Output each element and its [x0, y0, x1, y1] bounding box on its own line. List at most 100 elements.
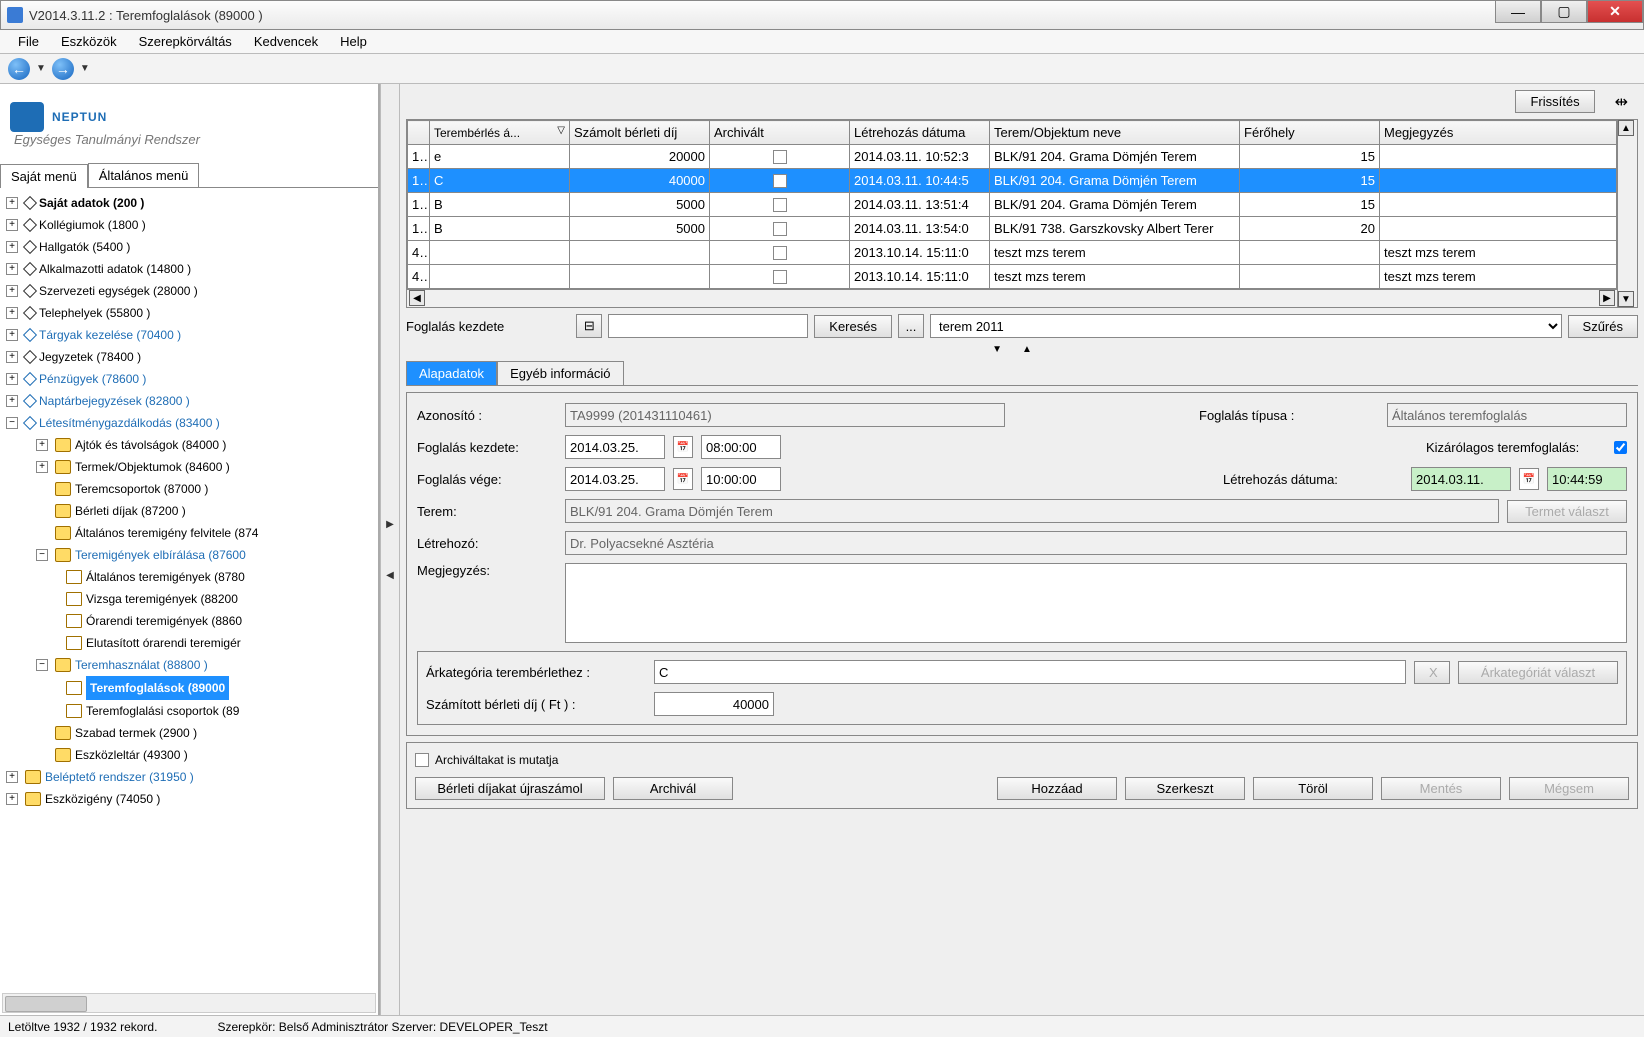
tree-notes[interactable]: Jegyzetek (78400 )	[39, 346, 141, 368]
menu-roleswitch[interactable]: Szerepkörváltás	[129, 31, 242, 52]
start-time-field[interactable]	[701, 435, 781, 459]
search-filter-combo[interactable]: terem 2011	[930, 314, 1562, 338]
tree-sites[interactable]: Telephelyek (55800 )	[39, 302, 150, 324]
end-time-field[interactable]	[701, 467, 781, 491]
tree-toolreq[interactable]: Eszközigény (74050 )	[45, 788, 160, 810]
archived-checkbox[interactable]	[773, 150, 787, 164]
tab-otherinfo[interactable]: Egyéb információ	[497, 361, 623, 385]
start-date-cal-icon[interactable]: 📅	[673, 436, 693, 458]
nav-forward-button[interactable]: →	[52, 58, 74, 80]
tree-bookgroups[interactable]: Teremfoglalási csoportok (89	[86, 700, 239, 722]
search-value-input[interactable]	[608, 314, 808, 338]
nav-forward-dropdown[interactable]: ▼	[80, 63, 90, 74]
tree-approval[interactable]: Teremigények elbírálása (87600	[75, 544, 246, 566]
scroll-right-icon[interactable]: ▶	[1599, 290, 1615, 306]
tree-students[interactable]: Hallgatók (5400 )	[39, 236, 130, 258]
tree-tab-own[interactable]: Saját menü	[0, 164, 88, 188]
col-rent[interactable]: Terembérlés á...▽	[430, 121, 570, 145]
end-date-field[interactable]	[565, 467, 665, 491]
tree-examreq[interactable]: Vizsga teremigények (88200	[86, 588, 238, 610]
tree-dorms[interactable]: Kollégiumok (1800 )	[39, 214, 146, 236]
close-button[interactable]: ✕	[1587, 1, 1643, 23]
end-date-cal-icon[interactable]: 📅	[673, 468, 693, 490]
menu-favorites[interactable]: Kedvencek	[244, 31, 328, 52]
tree-inventory[interactable]: Eszközleltár (49300 )	[75, 744, 188, 766]
tab-basic[interactable]: Alapadatok	[406, 361, 497, 385]
tree-schedreq[interactable]: Órarendi teremigények (8860	[86, 610, 242, 632]
col-roomname[interactable]: Terem/Objektum neve	[990, 121, 1240, 145]
tree-own-data[interactable]: Saját adatok (200 )	[39, 192, 144, 214]
menu-help[interactable]: Help	[330, 31, 377, 52]
tree-rentfees[interactable]: Bérleti díjak (87200 )	[75, 500, 186, 522]
search-button[interactable]: Keresés	[814, 315, 892, 338]
add-button[interactable]: Hozzáad	[997, 777, 1117, 800]
table-row[interactable]: 10e200002014.03.11. 10:52:3BLK/91 204. G…	[408, 145, 1617, 169]
tree-roomuse[interactable]: Teremhasználat (88800 )	[75, 654, 208, 676]
created-date-cal-icon[interactable]: 📅	[1519, 468, 1539, 490]
tree-orgs[interactable]: Szervezeti egységek (28000 )	[39, 280, 198, 302]
tree-finance[interactable]: Pénzügyek (78600 )	[39, 368, 146, 390]
nav-tree[interactable]: +Saját adatok (200 ) +Kollégiumok (1800 …	[0, 188, 378, 991]
collapse-toggle[interactable]: ▼▲	[406, 344, 1638, 355]
table-row[interactable]: 412013.10.14. 15:11:0teszt mzs teremtesz…	[408, 241, 1617, 265]
col-archived[interactable]: Archivált	[710, 121, 850, 145]
col-calcfee[interactable]: Számolt bérleti díj	[570, 121, 710, 145]
tree-expand-icon[interactable]: +	[6, 197, 18, 209]
tree-calendar[interactable]: Naptárbejegyzések (82800 )	[39, 390, 190, 412]
table-v-scrollbar[interactable]: ▲ ▼	[1617, 120, 1637, 307]
menu-file[interactable]: File	[8, 31, 49, 52]
recalc-fees-button[interactable]: Bérleti díjakat újraszámol	[415, 777, 605, 800]
table-row[interactable]: 16B50002014.03.11. 13:54:0BLK/91 738. Ga…	[408, 217, 1617, 241]
nav-back-dropdown[interactable]: ▼	[36, 63, 46, 74]
tree-roomgroups[interactable]: Teremcsoportok (87000 )	[75, 478, 208, 500]
table-h-scrollbar[interactable]: ◀ ▶	[407, 289, 1617, 307]
table-row[interactable]: 412013.10.14. 15:11:0teszt mzs teremtesz…	[408, 265, 1617, 289]
tree-access[interactable]: Beléptető rendszer (31950 )	[45, 766, 194, 788]
pin-icon[interactable]: ⇹	[1615, 92, 1628, 112]
scroll-left-icon[interactable]: ◀	[409, 290, 425, 306]
archived-checkbox[interactable]	[773, 270, 787, 284]
tree-freerooms[interactable]: Szabad termek (2900 )	[75, 722, 197, 744]
col-note[interactable]: Megjegyzés	[1380, 121, 1617, 145]
nav-back-button[interactable]: ←	[8, 58, 30, 80]
pricecat-field[interactable]	[654, 660, 1406, 684]
scroll-down-icon[interactable]: ▼	[1618, 291, 1634, 307]
tree-subjects[interactable]: Tárgyak kezelése (70400 )	[39, 324, 181, 346]
tree-rooms[interactable]: Termek/Objektumok (84600 )	[75, 456, 230, 478]
minimize-button[interactable]: —	[1495, 1, 1541, 23]
maximize-button[interactable]: ▢	[1541, 1, 1587, 23]
table-row[interactable]: 10C400002014.03.11. 10:44:5BLK/91 204. G…	[408, 169, 1617, 193]
tree-rejectedreq[interactable]: Elutasított órarendi teremigér	[86, 632, 241, 654]
tree-genroomreq[interactable]: Általános teremigények (8780	[86, 566, 245, 588]
archived-checkbox[interactable]	[773, 198, 787, 212]
delete-button[interactable]: Töröl	[1253, 777, 1373, 800]
archived-checkbox[interactable]	[773, 246, 787, 260]
tree-tab-general[interactable]: Általános menü	[88, 163, 200, 187]
tree-staff[interactable]: Alkalmazotti adatok (14800 )	[39, 258, 191, 280]
filter-button[interactable]: Szűrés	[1568, 315, 1638, 338]
calcfee-field[interactable]	[654, 692, 774, 716]
splitter[interactable]: ▶ ◀	[380, 84, 400, 1015]
start-date-field[interactable]	[565, 435, 665, 459]
scroll-up-icon[interactable]: ▲	[1618, 120, 1634, 136]
note-textarea[interactable]	[565, 563, 1627, 643]
col-narrow[interactable]	[408, 121, 430, 145]
tree-generalreq[interactable]: Általános teremigény felvitele (874	[75, 522, 258, 544]
show-archived-checkbox[interactable]	[415, 753, 429, 767]
col-created[interactable]: Létrehozás dátuma	[850, 121, 990, 145]
exclusive-checkbox[interactable]	[1614, 441, 1627, 454]
tree-h-scrollbar[interactable]	[2, 993, 376, 1013]
col-capacity[interactable]: Férőhely	[1240, 121, 1380, 145]
tree-facility[interactable]: Létesítménygazdálkodás (83400 )	[39, 412, 220, 434]
tree-doors[interactable]: Ajtók és távolságok (84000 )	[75, 434, 226, 456]
archive-button[interactable]: Archivál	[613, 777, 733, 800]
menu-tools[interactable]: Eszközök	[51, 31, 127, 52]
table-row[interactable]: 16B50002014.03.11. 13:51:4BLK/91 204. Gr…	[408, 193, 1617, 217]
tree-roombookings[interactable]: Teremfoglalások (89000	[86, 676, 229, 700]
search-equals-button[interactable]: ⊟	[576, 314, 602, 338]
archived-checkbox[interactable]	[773, 174, 787, 188]
edit-button[interactable]: Szerkeszt	[1125, 777, 1245, 800]
archived-checkbox[interactable]	[773, 222, 787, 236]
search-more-button[interactable]: ...	[898, 314, 924, 338]
refresh-button[interactable]: Frissítés	[1515, 90, 1594, 113]
